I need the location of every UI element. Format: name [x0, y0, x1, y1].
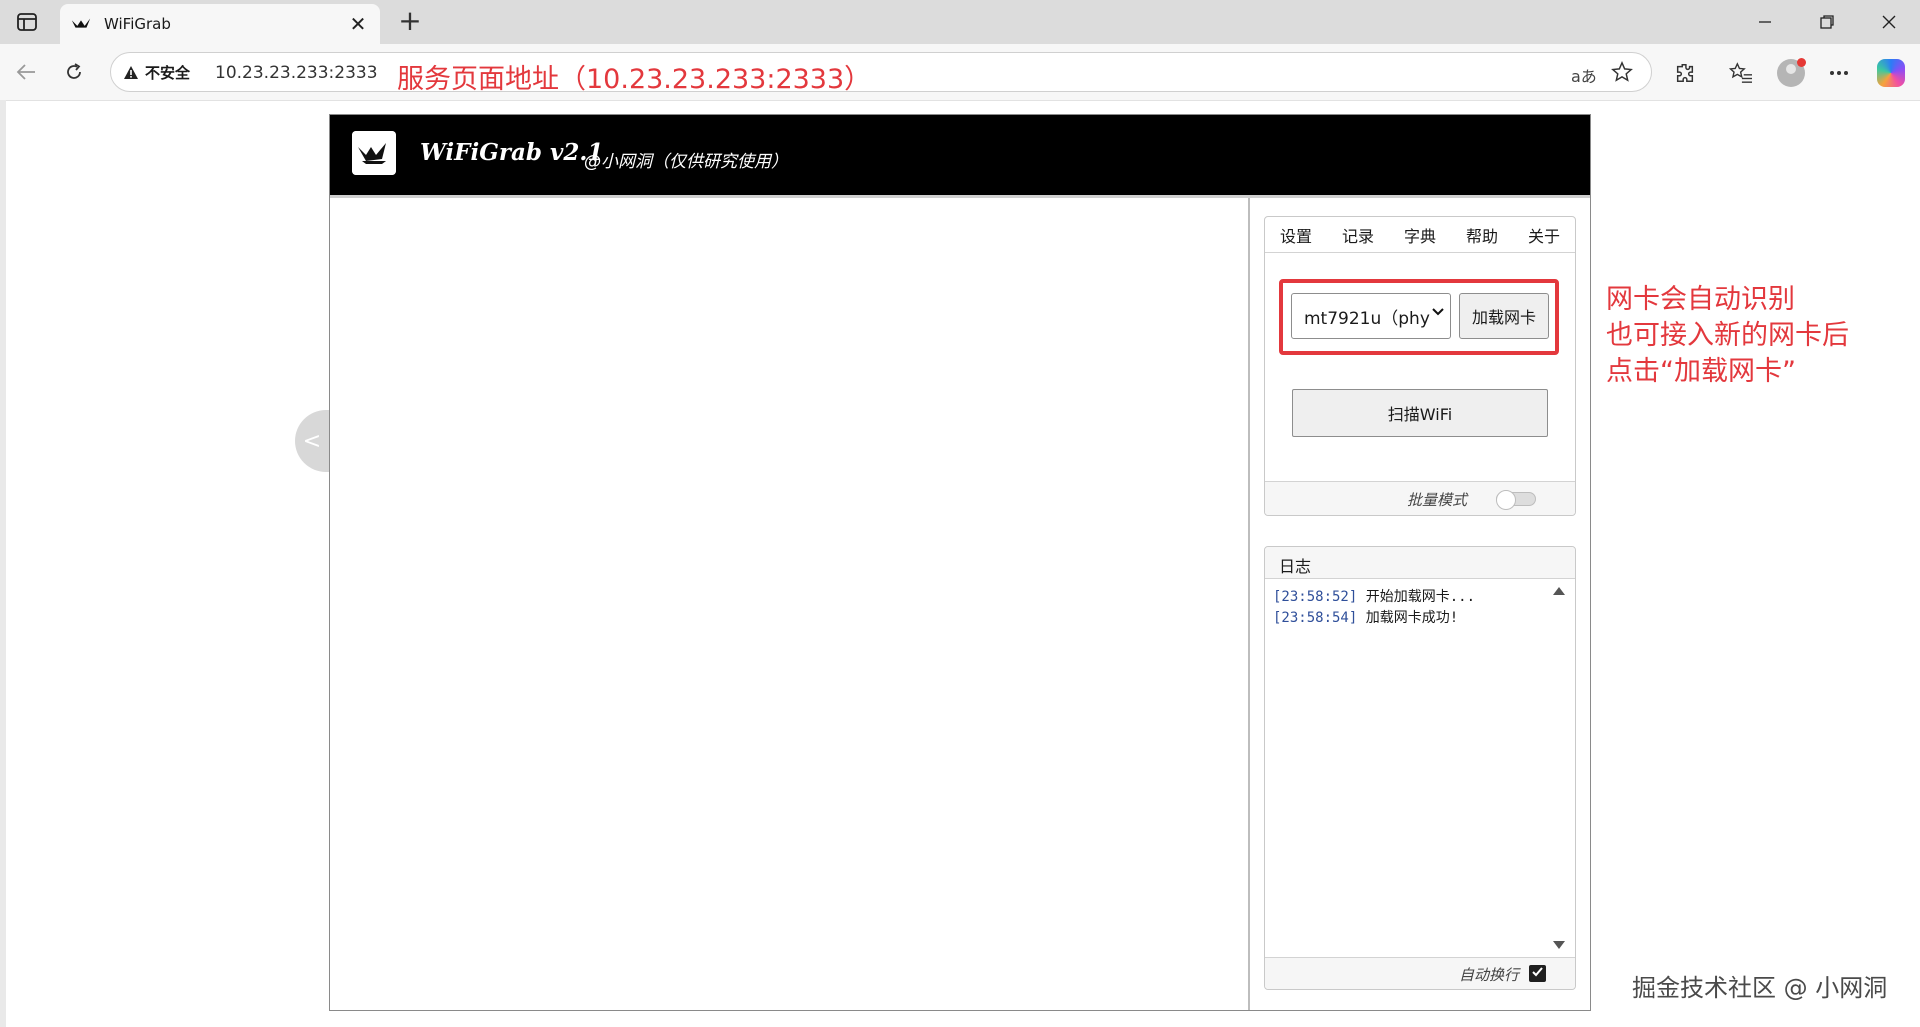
log-panel: 日志 [23:58:52] 开始加载网卡... [23:58:54] 加载网卡成…	[1264, 546, 1576, 990]
chevron-down-icon	[1432, 308, 1444, 316]
restore-icon	[1820, 15, 1834, 29]
minimize-icon	[1759, 21, 1771, 23]
more-dots-icon	[1830, 71, 1848, 75]
favorites-button[interactable]	[1724, 56, 1758, 90]
log-title: 日志	[1265, 547, 1575, 579]
browser-tab-bar: WiFiGrab ✕ +	[0, 0, 1920, 44]
warning-triangle-icon	[124, 66, 138, 79]
log-message: 开始加载网卡...	[1365, 589, 1476, 605]
menu-about[interactable]: 关于	[1524, 223, 1564, 247]
nic-select-value: mt7921u（phy	[1304, 308, 1430, 329]
log-line: [23:58:54] 加载网卡成功!	[1273, 608, 1567, 629]
annotation-line: 点击“加载网卡”	[1606, 356, 1796, 387]
load-nic-button[interactable]: 加载网卡	[1459, 293, 1549, 339]
scroll-down-icon[interactable]	[1553, 941, 1565, 949]
reload-icon	[67, 63, 81, 79]
menu-records[interactable]: 记录	[1338, 223, 1378, 247]
app-header: WiFiGrab v2.1 @小网洞（仅供研究使用）	[330, 115, 1590, 195]
log-timestamp: [23:58:54]	[1273, 610, 1358, 626]
wifi-list-area	[330, 198, 1250, 1010]
browser-toolbar: 不安全 10.23.23.233:2333 服务页面地址（10.23.23.23…	[0, 44, 1920, 100]
security-indicator[interactable]: 不安全	[123, 62, 190, 83]
batch-mode-row: 批量模式	[1265, 481, 1575, 515]
wifigrab-favicon-icon	[71, 18, 91, 28]
log-footer: 自动换行	[1265, 957, 1575, 989]
profile-button[interactable]	[1774, 56, 1808, 90]
app-title: WiFiGrab v2.1	[420, 139, 604, 166]
scroll-up-icon[interactable]	[1553, 587, 1565, 595]
nic-highlight-box: mt7921u（phy 加载网卡	[1279, 279, 1559, 355]
extensions-button[interactable]	[1668, 56, 1702, 90]
wifigrab-logo-icon	[352, 131, 396, 175]
minimize-button[interactable]	[1734, 0, 1796, 44]
control-panel: 设置 记录 字典 帮助 关于 mt7921u（phy 加载网卡 扫描WiFi 批…	[1264, 216, 1576, 516]
tab-title: WiFiGrab	[104, 15, 171, 33]
batch-mode-label: 批量模式	[1407, 491, 1468, 509]
log-line: [23:58:52] 开始加载网卡...	[1273, 587, 1567, 608]
restore-button[interactable]	[1796, 0, 1858, 44]
copilot-button[interactable]	[1874, 56, 1908, 90]
more-menu-button[interactable]	[1822, 56, 1856, 90]
url-text[interactable]: 10.23.23.233:2333	[215, 63, 378, 83]
app-subtitle: @小网洞（仅供研究使用）	[584, 152, 788, 172]
menu-help[interactable]: 帮助	[1462, 223, 1502, 247]
tab-close-icon[interactable]: ✕	[346, 12, 370, 36]
reload-button[interactable]	[58, 56, 90, 88]
scan-wifi-button[interactable]: 扫描WiFi	[1292, 389, 1548, 437]
top-menu: 设置 记录 字典 帮助 关于	[1265, 217, 1575, 253]
log-timestamp: [23:58:52]	[1273, 589, 1358, 605]
auto-wrap-checkbox[interactable]	[1529, 965, 1546, 982]
batch-mode-toggle[interactable]	[1496, 490, 1536, 510]
url-annotation: 服务页面地址（10.23.23.233:2333）	[397, 64, 872, 95]
annotation-line: 也可接入新的网卡后	[1606, 320, 1849, 351]
log-content[interactable]: [23:58:52] 开始加载网卡... [23:58:54] 加载网卡成功!	[1265, 579, 1575, 957]
puzzle-icon	[1676, 64, 1694, 82]
checkmark-icon	[1532, 967, 1543, 977]
favorites-list-icon	[1729, 62, 1752, 83]
security-label: 不安全	[145, 64, 191, 82]
back-arrow-icon	[16, 64, 35, 80]
menu-dictionary[interactable]: 字典	[1400, 223, 1440, 247]
address-bar[interactable]: 不安全 10.23.23.233:2333 服务页面地址（10.23.23.23…	[110, 52, 1652, 95]
annotation-line: 网卡会自动识别	[1606, 284, 1795, 315]
nic-annotation: 网卡会自动识别 也可接入新的网卡后 点击“加载网卡”	[1606, 282, 1849, 390]
auto-wrap-label: 自动换行	[1459, 966, 1520, 984]
new-tab-button[interactable]: +	[394, 6, 426, 38]
close-icon	[1882, 15, 1896, 29]
browser-tab-wifigrab[interactable]: WiFiGrab ✕	[60, 4, 380, 44]
log-message: 加载网卡成功!	[1365, 610, 1459, 626]
copilot-icon	[1877, 59, 1905, 87]
tab-actions-button[interactable]	[10, 8, 44, 36]
menu-settings[interactable]: 设置	[1276, 223, 1316, 247]
favorite-star-icon[interactable]	[1611, 61, 1633, 83]
close-window-button[interactable]	[1858, 0, 1920, 44]
watermark: 掘金技术社区 @ 小网洞	[1632, 974, 1888, 1002]
nic-select[interactable]: mt7921u（phy	[1291, 293, 1451, 339]
back-button[interactable]	[10, 56, 42, 88]
tab-sidebar-icon	[17, 13, 37, 31]
read-aloud-icon[interactable]: aあ	[1571, 63, 1597, 87]
notification-dot	[1797, 58, 1806, 67]
